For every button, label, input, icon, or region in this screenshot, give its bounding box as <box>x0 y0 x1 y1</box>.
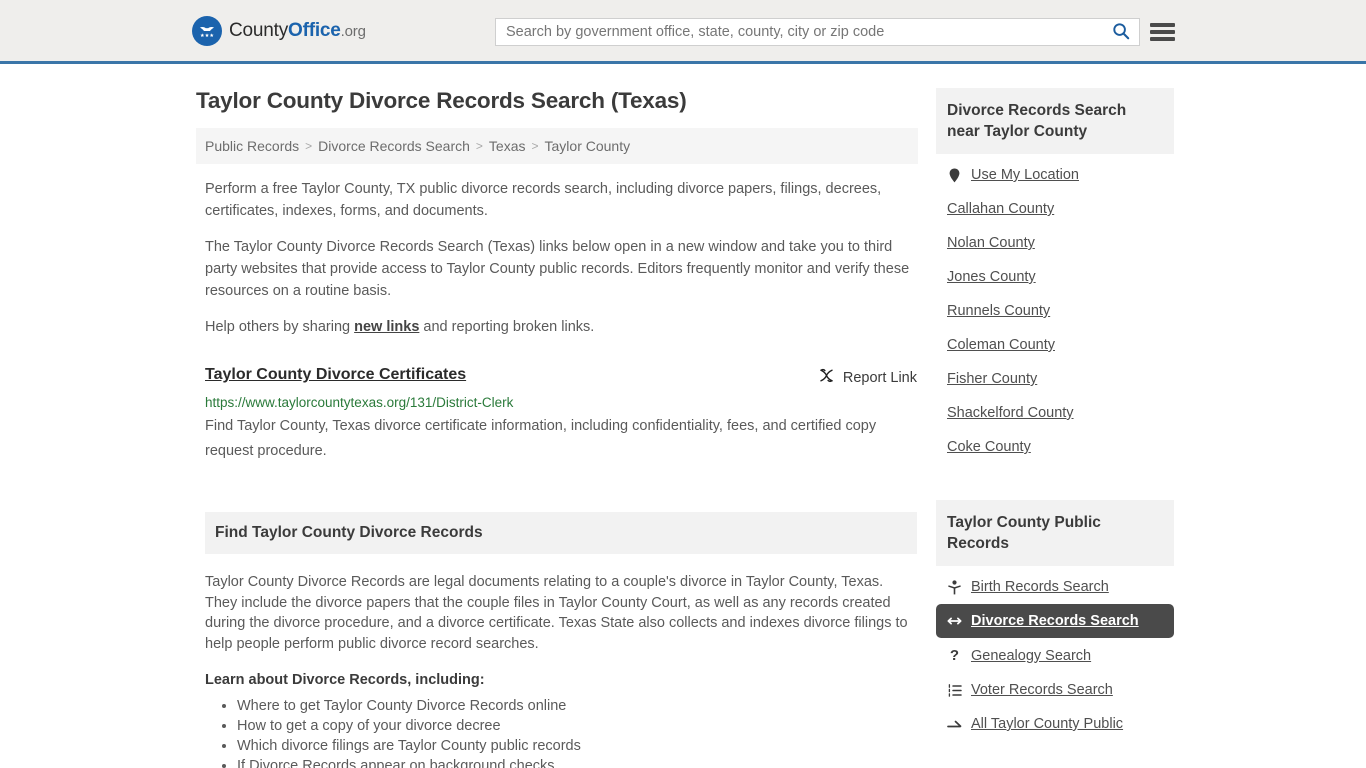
list-item: Where to get Taylor County Divorce Recor… <box>237 696 918 716</box>
sidebar-item-label: Genealogy Search <box>971 647 1092 664</box>
sidebar-item-coke-county[interactable]: Coke County <box>936 430 1174 464</box>
section-body-text: Taylor County Divorce Records are legal … <box>205 574 908 652</box>
county-link-label: Coleman County <box>947 337 1055 353</box>
use-my-location-link[interactable]: Use My Location <box>936 158 1174 192</box>
search-input[interactable] <box>496 24 1103 40</box>
hamburger-menu-icon-bar3 <box>1150 37 1175 41</box>
breadcrumb-separator: > <box>531 139 539 153</box>
sidebar-item-birth-records-search[interactable]: Birth Records Search <box>936 570 1174 604</box>
page-container: Taylor County Divorce Records Search (Te… <box>0 64 1366 768</box>
sidebar-item-fisher-county[interactable]: Fisher County <box>936 362 1174 396</box>
sidebar-item-nolan-county[interactable]: Nolan County <box>936 226 1174 260</box>
sidebar-item-all-public-records[interactable]: All Taylor County Public <box>936 707 1174 741</box>
result-item: Taylor County Divorce Certificates Repor… <box>205 366 917 464</box>
public-records-card: Taylor County Public Records Birth Recor… <box>936 500 1174 741</box>
main-content: Taylor County Divorce Records Search (Te… <box>196 64 918 768</box>
report-link-button[interactable]: Report Link <box>818 367 917 388</box>
logo-text-office: Office <box>288 19 341 41</box>
breadcrumb-item-texas[interactable]: Texas <box>489 138 526 154</box>
logo-wordmark: CountyOffice.org <box>229 20 366 42</box>
use-my-location-label: Use My Location <box>971 167 1079 183</box>
county-link-label: Jones County <box>947 269 1036 285</box>
help-suffix: and reporting broken links. <box>419 319 595 335</box>
hamburger-menu-icon-bar2 <box>1150 30 1175 34</box>
county-link-label: Shackelford County <box>947 405 1074 421</box>
sidebar-item-voter-records-search[interactable]: Voter Records Search <box>936 673 1174 707</box>
sidebar-item-shackelford-county[interactable]: Shackelford County <box>936 396 1174 430</box>
result-url[interactable]: https://www.taylorcountytexas.org/131/Di… <box>205 395 917 410</box>
left-right-arrow-icon <box>947 615 962 627</box>
nearby-searches-heading: Divorce Records Search near Taylor Count… <box>936 88 1174 154</box>
list-item: How to get a copy of your divorce decree <box>237 716 918 736</box>
report-link-label: Report Link <box>842 369 917 386</box>
hamburger-menu-icon <box>1150 23 1175 27</box>
page-title: Taylor County Divorce Records Search (Te… <box>196 88 687 113</box>
learn-about-list: Where to get Taylor County Divorce Recor… <box>205 696 918 768</box>
site-logo[interactable]: CountyOffice.org <box>192 15 366 46</box>
baby-icon <box>947 579 962 595</box>
sidebar-item-callahan-county[interactable]: Callahan County <box>936 192 1174 226</box>
hamburger-menu-button[interactable] <box>1150 20 1175 44</box>
logo-text-org: .org <box>340 22 366 40</box>
intro-paragraph-2: The Taylor County Divorce Records Search… <box>205 239 910 299</box>
sidebar-item-label: All Taylor County Public <box>971 716 1124 732</box>
search-icon <box>1112 22 1130 43</box>
result-title-link[interactable]: Taylor County Divorce Certificates <box>205 366 466 384</box>
county-link-label: Fisher County <box>947 371 1038 387</box>
help-paragraph: Help others by sharing new links and rep… <box>205 316 917 338</box>
breadcrumb-item-taylor-county[interactable]: Taylor County <box>545 138 631 154</box>
sidebar-item-runnels-county[interactable]: Runnels County <box>936 294 1174 328</box>
list-item: Which divorce filings are Taylor County … <box>237 736 918 756</box>
breadcrumb-separator: > <box>475 139 483 153</box>
map-pin-icon <box>947 168 962 183</box>
sidebar-item-label: Voter Records Search <box>971 682 1113 698</box>
arrow-right-icon <box>947 719 962 730</box>
intro-paragraph-1: Perform a free Taylor County, TX public … <box>205 181 882 219</box>
site-header: CountyOffice.org <box>0 0 1366 64</box>
nearby-searches-card: Divorce Records Search near Taylor Count… <box>936 88 1174 464</box>
logo-text-county: County <box>229 19 289 41</box>
county-link-label: Coke County <box>947 439 1031 455</box>
help-prefix: Help others by sharing <box>205 319 355 335</box>
sidebar-item-genealogy-search[interactable]: ? Genealogy Search <box>936 638 1174 673</box>
breadcrumb-item-public-records[interactable]: Public Records <box>205 138 299 154</box>
county-link-label: Nolan County <box>947 235 1035 251</box>
breadcrumb-item-divorce-records-search[interactable]: Divorce Records Search <box>318 138 470 154</box>
sidebar-item-divorce-records-search[interactable]: Divorce Records Search <box>936 604 1174 638</box>
learn-about-heading: Learn about Divorce Records, including: <box>205 672 485 688</box>
result-header: Taylor County Divorce Certificates Repor… <box>205 366 917 388</box>
list-item: If Divorce Records appear on background … <box>237 756 918 768</box>
public-records-heading: Taylor County Public Records <box>936 500 1174 566</box>
breadcrumb-separator: > <box>305 139 313 153</box>
result-description: Find Taylor County, Texas divorce certif… <box>205 418 877 459</box>
sidebar: Divorce Records Search near Taylor Count… <box>936 64 1174 768</box>
search-button[interactable] <box>1103 19 1139 45</box>
sidebar-item-coleman-county[interactable]: Coleman County <box>936 328 1174 362</box>
question-mark-icon: ? <box>949 647 960 664</box>
ordered-list-icon <box>947 683 962 697</box>
sidebar-item-label: Divorce Records Search <box>971 613 1139 629</box>
sidebar-item-label: Birth Records Search <box>971 579 1109 595</box>
broken-link-icon <box>818 367 835 388</box>
sidebar-item-jones-county[interactable]: Jones County <box>936 260 1174 294</box>
breadcrumb: Public Records > Divorce Records Search … <box>196 128 918 164</box>
new-links-link[interactable]: new links <box>354 319 419 335</box>
eagle-shield-logo-icon <box>192 15 222 46</box>
section-heading: Find Taylor County Divorce Records <box>205 512 917 554</box>
public-records-list: Birth Records Search Divorce Records Sea… <box>936 570 1174 741</box>
search-bar <box>495 18 1140 46</box>
county-link-label: Callahan County <box>947 201 1055 217</box>
nearby-county-list: Use My Location Callahan County Nolan Co… <box>936 158 1174 464</box>
county-link-label: Runnels County <box>947 303 1051 319</box>
